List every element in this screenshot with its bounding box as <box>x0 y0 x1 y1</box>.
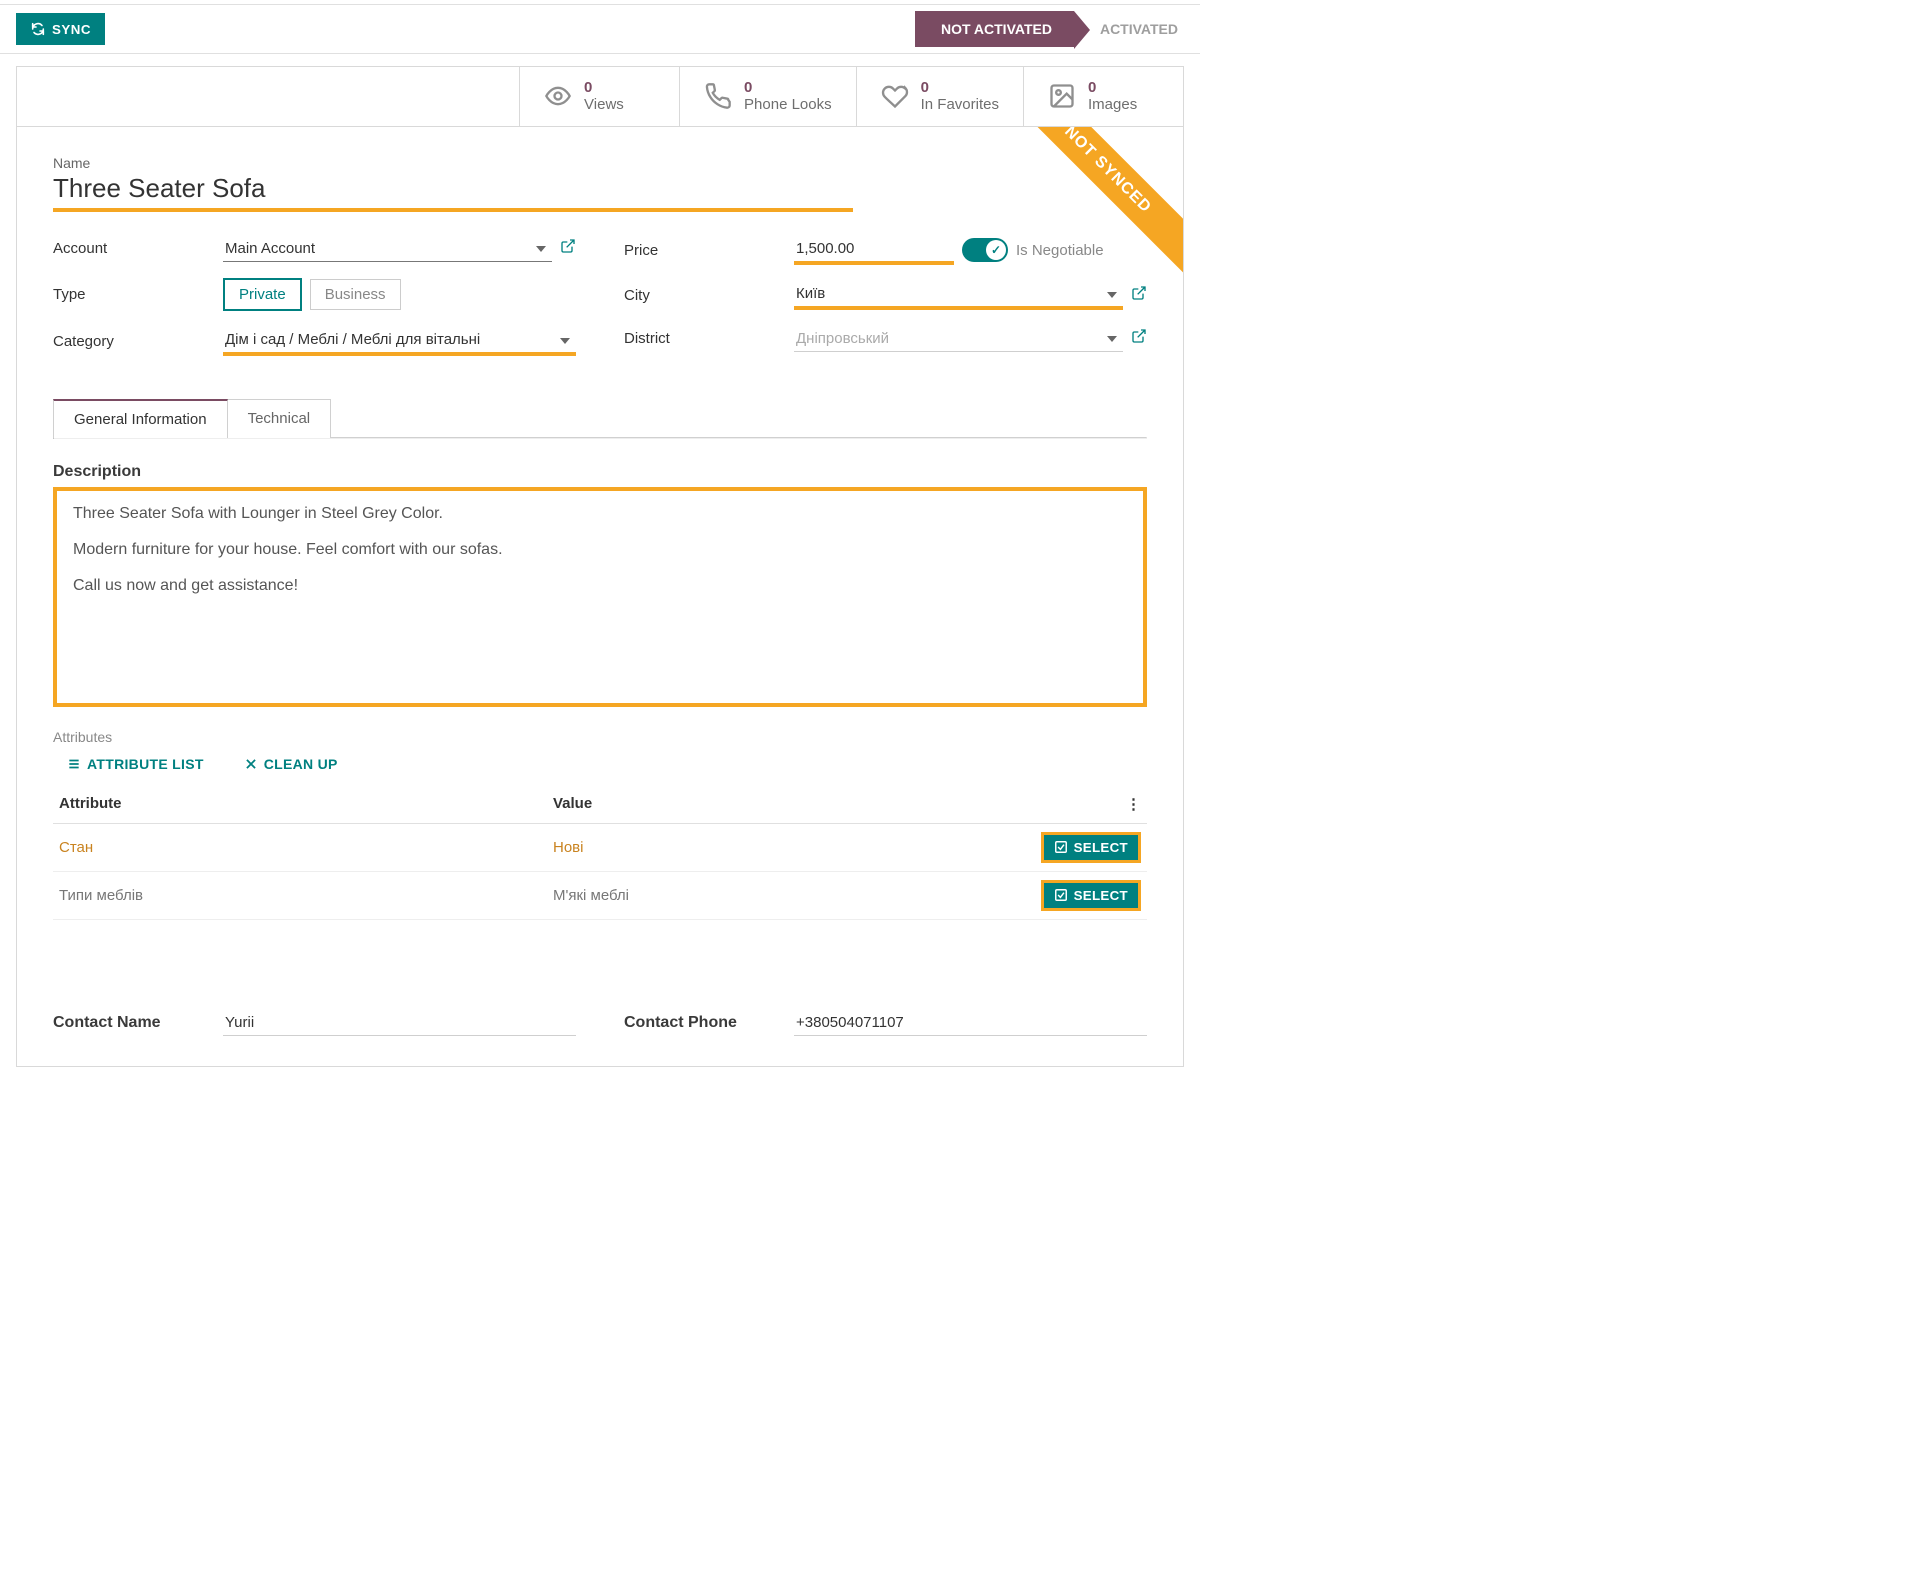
sync-button[interactable]: SYNC <box>16 13 105 45</box>
type-label: Type <box>53 286 223 303</box>
attribute-select-button[interactable]: SELECT <box>1041 832 1141 863</box>
description-label: Description <box>53 463 1147 481</box>
cleanup-button[interactable]: CLEAN UP <box>238 755 344 773</box>
stat-fav-label: In Favorites <box>921 96 999 113</box>
status-bar: NOT ACTIVATED ACTIVATED <box>915 11 1200 47</box>
external-link-icon <box>1131 285 1147 301</box>
contact-name-label: Contact Name <box>53 1014 223 1032</box>
status-activated[interactable]: ACTIVATED <box>1074 11 1200 47</box>
image-icon <box>1048 82 1076 110</box>
phone-icon <box>704 82 732 110</box>
price-label: Price <box>624 242 794 259</box>
tab-general-information[interactable]: General Information <box>53 399 228 438</box>
stat-views-label: Views <box>584 96 624 113</box>
account-select[interactable] <box>223 236 552 262</box>
contact-phone-label: Contact Phone <box>624 1014 794 1032</box>
city-external-link[interactable] <box>1131 285 1147 306</box>
attribute-value-cell: М'які меблі <box>547 871 1000 919</box>
attributes-kebab-menu[interactable]: ⋮ <box>1120 785 1147 824</box>
contact-phone-input[interactable] <box>794 1010 1147 1036</box>
attributes-col-value: Value <box>547 785 1000 824</box>
description-textarea[interactable]: Three Seater Sofa with Lounger in Steel … <box>53 487 1147 707</box>
close-icon <box>244 757 258 771</box>
category-select[interactable] <box>223 327 576 356</box>
check-square-icon <box>1054 888 1068 902</box>
stat-row: 0 Views 0 Phone Looks 0 In Favorites 0 I… <box>16 66 1184 126</box>
attribute-list-button[interactable]: ATTRIBUTE LIST <box>61 755 210 773</box>
external-link-icon <box>560 238 576 254</box>
name-label: Name <box>53 155 1147 171</box>
stat-phone-looks[interactable]: 0 Phone Looks <box>679 67 856 126</box>
stat-views-count: 0 <box>584 79 624 96</box>
attributes-col-attribute: Attribute <box>53 785 547 824</box>
attribute-name-cell: Стан <box>53 823 547 871</box>
external-link-icon <box>1131 328 1147 344</box>
heart-icon <box>881 82 909 110</box>
stat-phone-count: 0 <box>744 79 832 96</box>
contact-name-input[interactable] <box>223 1010 576 1036</box>
stat-images[interactable]: 0 Images <box>1023 67 1183 126</box>
city-label: City <box>624 287 794 304</box>
account-label: Account <box>53 240 223 257</box>
table-row: СтанНові SELECT <box>53 823 1147 871</box>
stat-fav-count: 0 <box>921 79 999 96</box>
attribute-list-label: ATTRIBUTE LIST <box>87 756 204 772</box>
attributes-heading: Attributes <box>53 729 1147 745</box>
type-business-option[interactable]: Business <box>310 279 401 310</box>
eye-icon <box>544 82 572 110</box>
is-negotiable-label: Is Negotiable <box>1016 242 1104 259</box>
check-square-icon <box>1054 840 1068 854</box>
is-negotiable-toggle[interactable] <box>962 238 1008 262</box>
tab-technical[interactable]: Technical <box>228 399 332 438</box>
refresh-icon <box>30 21 46 37</box>
stat-favorites[interactable]: 0 In Favorites <box>856 67 1023 126</box>
district-select[interactable] <box>794 326 1123 352</box>
account-external-link[interactable] <box>560 238 576 259</box>
district-external-link[interactable] <box>1131 328 1147 349</box>
city-select[interactable] <box>794 281 1123 310</box>
sync-button-label: SYNC <box>52 22 91 37</box>
type-private-option[interactable]: Private <box>223 278 302 311</box>
list-icon <box>67 757 81 771</box>
category-label: Category <box>53 333 223 350</box>
attribute-name-cell: Типи меблів <box>53 871 547 919</box>
stat-img-count: 0 <box>1088 79 1137 96</box>
status-not-activated[interactable]: NOT ACTIVATED <box>915 11 1074 47</box>
stat-phone-label: Phone Looks <box>744 96 832 113</box>
stat-views[interactable]: 0 Views <box>519 67 679 126</box>
attribute-select-button[interactable]: SELECT <box>1041 880 1141 911</box>
name-input[interactable] <box>53 171 853 212</box>
attribute-value-cell: Нові <box>547 823 1000 871</box>
cleanup-label: CLEAN UP <box>264 756 338 772</box>
district-label: District <box>624 330 794 347</box>
stat-img-label: Images <box>1088 96 1137 113</box>
attributes-table: Attribute Value ⋮ СтанНовіSELECTТипи меб… <box>53 785 1147 920</box>
price-input[interactable] <box>794 236 954 265</box>
table-row: Типи меблівМ'які меблі SELECT <box>53 871 1147 919</box>
